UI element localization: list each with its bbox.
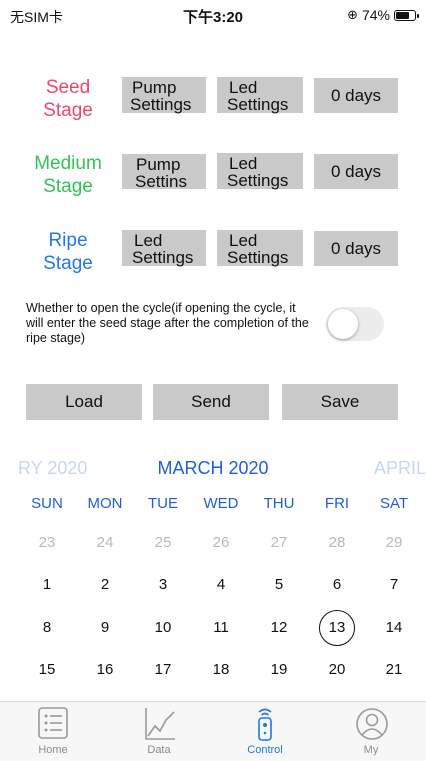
calendar-day[interactable]: 21 [376, 652, 412, 688]
battery-percent: 74% [361, 7, 390, 23]
calendar-day[interactable]: 27 [261, 525, 297, 561]
calendar-day[interactable]: 26 [203, 525, 239, 561]
calendar-day[interactable]: 19 [261, 652, 297, 688]
tab-control[interactable]: Control [212, 702, 318, 761]
battery-icon [394, 9, 419, 21]
load-button[interactable]: Load [26, 384, 142, 420]
calendar-day[interactable]: 15 [29, 652, 65, 688]
status-bar: 无SIM卡 下午3:20 ⊕ 74% [0, 0, 426, 30]
cycle-description: Whether to open the cycle(if opening the… [26, 301, 309, 345]
calendar-day[interactable]: 6 [319, 567, 355, 603]
seed-led-settings-button[interactable]: Led Settings [217, 77, 303, 113]
calendar-day[interactable]: 10 [145, 610, 181, 646]
ripe-stage-row: Ripe Stage Led Settings Led Settings 0 days [0, 227, 426, 277]
calendar-day[interactable]: 29 [376, 525, 412, 561]
ripe-led-settings-button-2[interactable]: Led Settings [217, 230, 303, 266]
weekday-label: FRI [324, 495, 350, 512]
calendar-day[interactable]: 7 [376, 567, 412, 603]
calendar-header: RY 2020 MARCH 2020 APRIL [0, 458, 426, 482]
seed-stage-row: Seed Stage Pump Settings Led Settings 0 day… [0, 74, 426, 124]
weekday-label: TUE [148, 495, 178, 512]
weekday-header: SUN MON TUE WED THU FRI SAT [0, 495, 426, 517]
calendar-day[interactable]: 1 [29, 567, 65, 603]
calendar-day[interactable]: 9 [87, 610, 123, 646]
seed-pump-settings-button[interactable]: Pump Settings [122, 77, 206, 113]
send-button[interactable]: Send [153, 384, 269, 420]
ripe-days-button[interactable]: 0 days [314, 231, 398, 266]
weekday-label: SUN [31, 495, 63, 512]
medium-days-button[interactable]: 0 days [314, 154, 398, 189]
weekday-label: SAT [379, 495, 409, 512]
ripe-led-settings-button-1[interactable]: Led Settings [122, 230, 206, 266]
toggle-knob [328, 309, 358, 339]
medium-pump-settings-button[interactable]: Pump Settins [122, 154, 206, 190]
medium-stage-label: Medium Stage [34, 153, 102, 197]
medium-stage-row: Medium Stage Pump Settins Led Settings 0 da… [0, 150, 426, 200]
rotation-lock-icon: ⊕ [347, 7, 358, 22]
calendar-day[interactable]: 17 [145, 652, 181, 688]
seed-days-button[interactable]: 0 days [314, 78, 398, 113]
calendar-day[interactable]: 8 [29, 610, 65, 646]
weekday-label: THU [263, 495, 295, 512]
calendar-day[interactable]: 11 [203, 610, 239, 646]
tab-control-label: Control [247, 744, 283, 756]
calendar-day[interactable]: 2 [87, 567, 123, 603]
medium-led-settings-button[interactable]: Led Settings [217, 153, 303, 189]
cycle-toggle[interactable] [326, 307, 384, 341]
seed-stage-label: Seed Stage [43, 77, 93, 121]
calendar-day[interactable]: 28 [319, 525, 355, 561]
calendar-day[interactable]: 18 [203, 652, 239, 688]
next-month-label[interactable]: APRIL [374, 458, 426, 479]
tab-home[interactable]: Home [0, 702, 106, 761]
tab-data-label: Data [147, 744, 171, 756]
save-button[interactable]: Save [282, 384, 398, 420]
weekday-label: MON [87, 495, 123, 512]
calendar-day[interactable]: 3 [145, 567, 181, 603]
calendar-day[interactable]: 14 [376, 610, 412, 646]
tab-home-label: Home [38, 744, 68, 756]
status-icons: ⊕ 74% [347, 7, 419, 23]
tab-data[interactable]: Data [106, 702, 212, 761]
chart-icon [145, 708, 175, 740]
calendar-day[interactable]: 23 [29, 525, 65, 561]
tab-bar: Home Data Control My [0, 701, 426, 761]
calendar-day[interactable]: 12 [261, 610, 297, 646]
calendar-day[interactable]: 5 [261, 567, 297, 603]
calendar-day[interactable]: 25 [145, 525, 181, 561]
calendar-day[interactable]: 20 [319, 652, 355, 688]
calendar-day-today[interactable]: 13 [319, 610, 355, 646]
weekday-label: WED [203, 495, 239, 512]
user-icon [356, 708, 388, 740]
calendar-day[interactable]: 24 [87, 525, 123, 561]
calendar-day[interactable]: 16 [87, 652, 123, 688]
tab-my-label: My [363, 744, 379, 756]
current-month-label: MARCH 2020 [157, 458, 269, 478]
list-icon [38, 707, 68, 739]
calendar-day[interactable]: 4 [203, 567, 239, 603]
tab-my[interactable]: My [318, 702, 424, 761]
ripe-stage-label: Ripe Stage [43, 230, 93, 274]
remote-icon [258, 708, 272, 741]
